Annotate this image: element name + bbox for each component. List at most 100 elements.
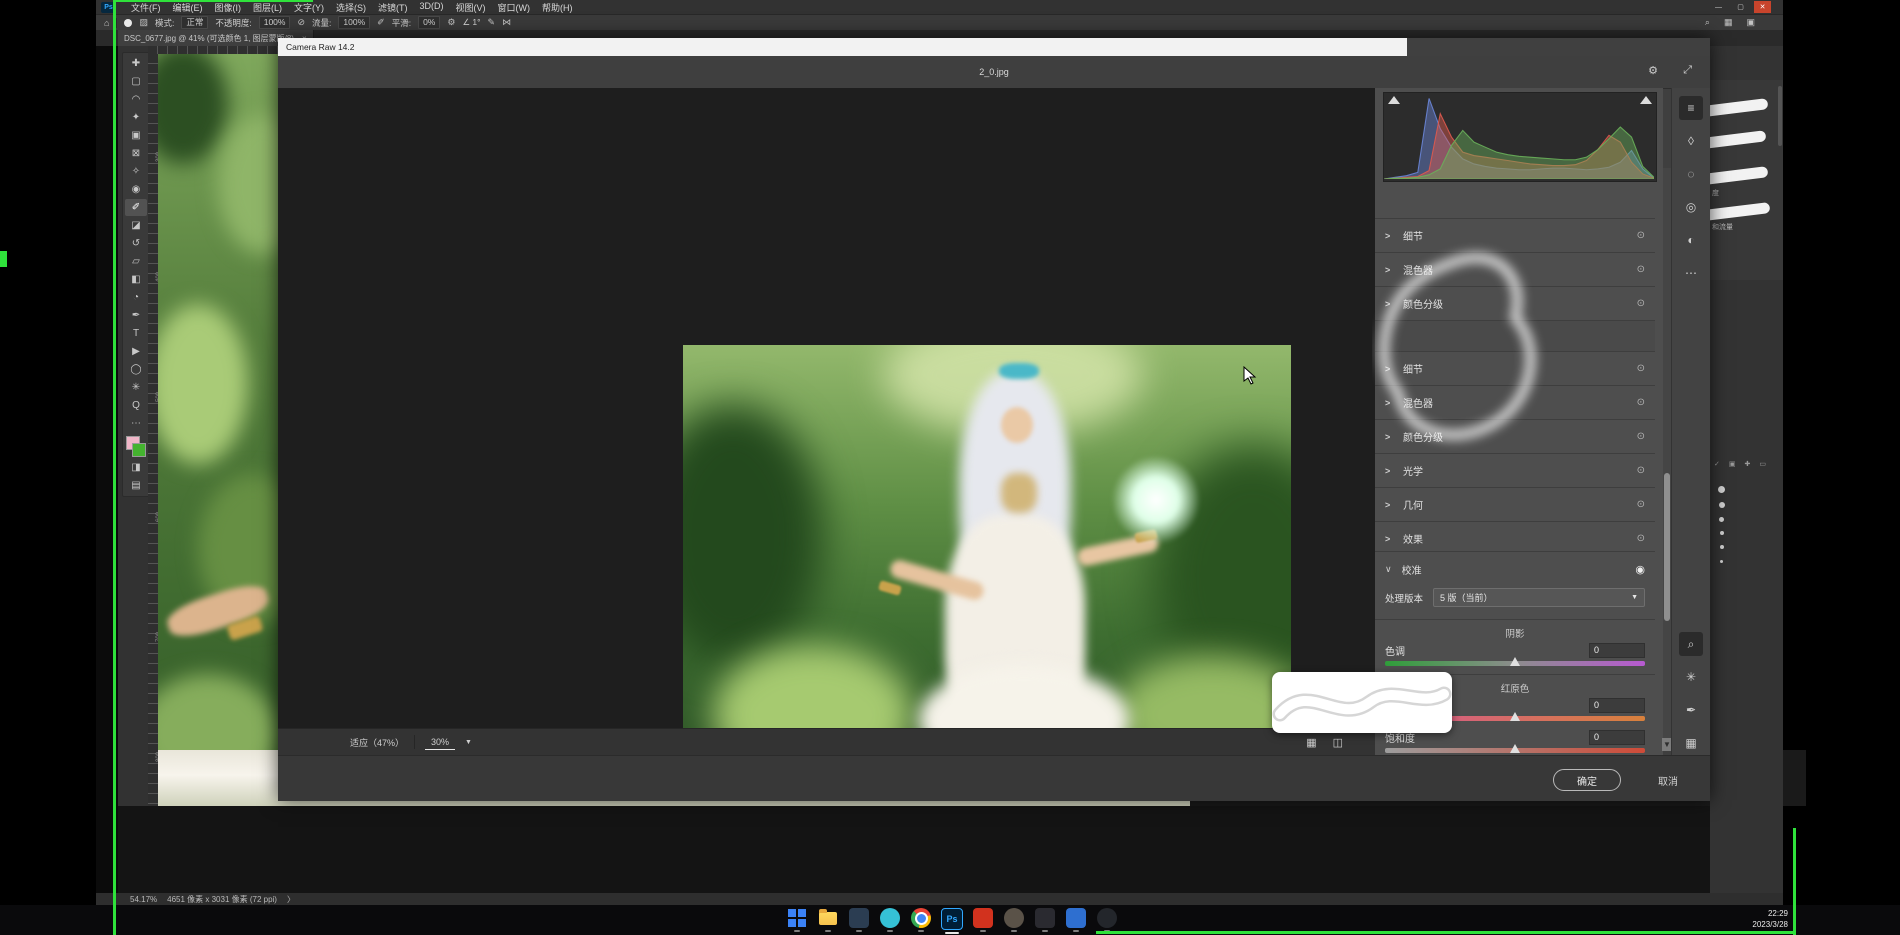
new-icon[interactable]: ✚ (1745, 460, 1751, 468)
settings-gear-icon[interactable]: ⚙ (1648, 64, 1658, 77)
maximize-button[interactable]: ▢ (1732, 1, 1749, 13)
photoshop[interactable]: Ps (941, 908, 963, 934)
quick-select-tool[interactable]: ✦ (125, 109, 147, 126)
brush-angle-value[interactable]: ∠ 1° (462, 17, 480, 28)
brush-preset-thumb[interactable] (1704, 166, 1769, 185)
lasso-tool[interactable]: ◠ (125, 91, 147, 108)
menu-item[interactable]: 文件(F) (126, 0, 166, 15)
file-explorer[interactable] (817, 908, 839, 934)
media-app[interactable] (1034, 908, 1056, 934)
menu-item[interactable]: 文字(Y) (289, 0, 329, 15)
start-button[interactable] (786, 908, 808, 934)
zoom-tool[interactable]: Q (125, 397, 147, 414)
red-eye-icon[interactable]: ◎ (1679, 195, 1703, 219)
more-options-icon[interactable]: ⋯ (1679, 261, 1703, 285)
zoom-level-value[interactable]: 30% (425, 735, 455, 750)
minimize-button[interactable]: — (1710, 1, 1727, 13)
pressure-size-icon[interactable]: ✎ (488, 17, 496, 28)
healing-brush-tool[interactable]: ◉ (125, 181, 147, 198)
quick-mask-icon[interactable]: ◨ (125, 459, 147, 476)
hand-tool-icon[interactable]: ✳ (1679, 665, 1703, 689)
opacity-value[interactable]: 100% (259, 16, 291, 29)
smoothing-value[interactable]: 0% (418, 16, 440, 29)
masking-icon[interactable]: ◌ (1679, 162, 1703, 186)
calibration-header[interactable]: ∨ 校准 ◉ (1375, 551, 1655, 586)
blend-mode-select[interactable]: 正常 (181, 16, 208, 29)
edit-panel-icon[interactable]: ≡ (1679, 96, 1703, 120)
folder-icon[interactable]: ▣ (1729, 460, 1736, 468)
dodge-tool[interactable]: ◔ (125, 289, 147, 306)
brush-preset-thumb[interactable] (1704, 98, 1769, 117)
eraser-tool[interactable]: ▱ (125, 253, 147, 270)
hue-value[interactable]: 0 (1589, 698, 1645, 713)
histogram[interactable] (1383, 92, 1657, 182)
gallery-app[interactable] (1065, 908, 1087, 934)
menu-item[interactable]: 图像(I) (210, 0, 247, 15)
image-preview-area[interactable] (278, 88, 1375, 728)
adobe-app[interactable] (972, 908, 994, 934)
flow-value[interactable]: 100% (338, 16, 370, 29)
type-tool[interactable]: T (125, 325, 147, 342)
saturation-value[interactable]: 0 (1589, 730, 1645, 745)
brush-tool[interactable]: ✐ (125, 199, 147, 216)
cancel-button[interactable]: 取消 (1643, 769, 1693, 791)
eye-icon[interactable]: ◉ (1635, 563, 1645, 576)
eyedropper-tool[interactable]: ✧ (125, 163, 147, 180)
panel-scrollbar[interactable] (1663, 168, 1671, 740)
shadow-clipping-icon[interactable] (1388, 96, 1400, 104)
more-tools[interactable]: ⋯ (125, 415, 147, 432)
zoom-percent[interactable]: 54.17% (130, 895, 157, 904)
arrange-documents-icon[interactable]: ▦ (1724, 17, 1733, 28)
brush-preset-thumb[interactable] (1704, 202, 1771, 221)
frame-tool[interactable]: ⊠ (125, 145, 147, 162)
photo-preview[interactable] (683, 345, 1291, 728)
background-color-swatch[interactable] (132, 443, 146, 457)
home-icon[interactable]: ⌂ (104, 18, 109, 28)
eye-icon[interactable]: ⊙ (1637, 397, 1645, 408)
eye-icon[interactable]: ⊙ (1637, 533, 1645, 544)
taskbar-clock[interactable]: 22:29 2023/3/28 (1752, 908, 1788, 930)
menu-item[interactable]: 3D(D) (415, 0, 449, 15)
split-view-icon[interactable]: ◫ (1333, 736, 1343, 749)
eye-icon[interactable]: ⊙ (1637, 264, 1645, 275)
grid-overlay-icon[interactable]: ▦ (1679, 731, 1703, 755)
menu-item[interactable]: 帮助(H) (537, 0, 578, 15)
hand-tool[interactable]: ✳ (125, 379, 147, 396)
saturation-slider-thumb[interactable] (1510, 744, 1520, 753)
brush-preset-thumb[interactable] (1704, 130, 1767, 148)
before-after-icon[interactable]: ▦ (1306, 736, 1316, 749)
scrollbar[interactable] (1778, 86, 1782, 146)
menu-item[interactable]: 视图(V) (451, 0, 491, 15)
pen-tool[interactable]: ✒ (125, 307, 147, 324)
eye-icon[interactable]: ⊙ (1637, 298, 1645, 309)
edge-browser[interactable] (879, 908, 901, 934)
scrollbar-thumb[interactable] (1664, 473, 1670, 621)
crop-tool[interactable]: ▣ (125, 127, 147, 144)
photos-app[interactable] (848, 908, 870, 934)
pressure-opacity-icon[interactable]: ⊘ (297, 17, 305, 28)
menu-item[interactable]: 图层(L) (248, 0, 287, 15)
section-effects[interactable]: >效果⊙ (1375, 521, 1655, 555)
eye-icon[interactable]: ⊙ (1637, 431, 1645, 442)
hue-slider-thumb[interactable] (1510, 712, 1520, 721)
airbrush-icon[interactable]: ✐ (377, 17, 385, 28)
menu-item[interactable]: 编辑(E) (168, 0, 208, 15)
ok-button[interactable]: 确定 (1553, 769, 1621, 791)
check-icon[interactable]: ✓ (1714, 460, 1720, 468)
shape-tool[interactable]: ◯ (125, 361, 147, 378)
status-chevron-icon[interactable]: 〉 (287, 894, 295, 905)
fit-zoom-label[interactable]: 适应（47%） (350, 736, 404, 749)
camera-app[interactable] (1003, 908, 1025, 934)
saturation-slider[interactable] (1385, 748, 1645, 753)
eye-icon[interactable]: ⊙ (1637, 363, 1645, 374)
zoom-dropdown-icon[interactable]: ▼ (465, 739, 472, 746)
process-version-select[interactable]: 5 版（当前） ▼ (1433, 588, 1645, 607)
tint-slider-thumb[interactable] (1510, 657, 1520, 666)
tint-slider[interactable] (1385, 661, 1645, 666)
zoom-tool-icon[interactable]: ⌕ (1679, 632, 1703, 656)
search-icon[interactable]: ⌕ (1705, 17, 1710, 28)
screen-mode-icon[interactable]: ▤ (125, 477, 147, 494)
presets-icon[interactable]: ◐ (1679, 228, 1703, 252)
menu-item[interactable]: 选择(S) (331, 0, 371, 15)
tint-value[interactable]: 0 (1589, 643, 1645, 658)
